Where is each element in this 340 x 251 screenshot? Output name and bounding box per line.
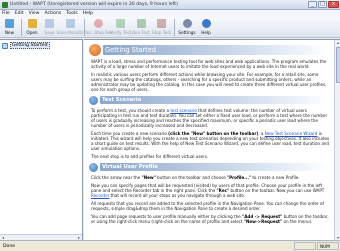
virtual-user-icon: [89, 162, 98, 172]
save-button[interactable]: Save: [41, 17, 58, 37]
verify-icon: [116, 19, 125, 28]
help-document: Getting Started WAPT is a load, stress a…: [89, 43, 330, 227]
getting-started-icon: [89, 43, 101, 56]
menu-edit[interactable]: Edit: [15, 11, 24, 16]
help-icon: [201, 19, 211, 28]
recorder-link[interactable]: Recorder: [91, 193, 109, 198]
maximize-button[interactable]: □: [318, 1, 327, 8]
menu-view[interactable]: View: [29, 11, 40, 16]
test-scenario-paragraph: To perform a test, you should create a t…: [91, 108, 328, 128]
settings-button[interactable]: Settings: [177, 17, 197, 37]
virtual-user-paragraph: Now you can specify pages that will be r…: [91, 183, 325, 198]
section-header-virtual-user-profile: Virtual User Profile: [89, 162, 330, 172]
virtual-user-paragraph: All requests that you record are added t…: [91, 201, 324, 211]
virtual-user-paragraph: You can add page requests to user profil…: [91, 214, 329, 224]
record-icon: [94, 19, 103, 28]
book-icon: [2, 42, 8, 49]
gear-icon: [182, 19, 192, 28]
record-button[interactable]: Rec. Stop Rec: [84, 17, 113, 37]
status-text: Done: [3, 243, 16, 249]
new-icon: [5, 19, 14, 28]
save-results-button[interactable]: Save Results: [57, 17, 83, 37]
save-icon: [45, 19, 54, 28]
menu-help[interactable]: Help: [83, 11, 93, 16]
test-scenario-paragraph: Each time you create a new scenario (cli…: [91, 131, 330, 151]
minimize-button[interactable]: _: [308, 1, 317, 8]
new-button[interactable]: New: [1, 17, 18, 37]
run-icon: [136, 19, 146, 28]
scrollbar-thumb[interactable]: [335, 47, 340, 83]
virtual-user-paragraph: Click the arrow near the "New" button on…: [91, 175, 300, 180]
num-lock-indicator: NUM: [317, 242, 339, 250]
vertical-scrollbar[interactable]: ▴ ▾: [334, 40, 340, 240]
tree-item-label: Getting Started: [10, 42, 50, 49]
save-results-icon: [65, 19, 75, 28]
intro-paragraph: WAPT is a load, stress and performance t…: [91, 59, 327, 69]
test-scenario-paragraph: The next step is to add profiles for dif…: [91, 154, 209, 159]
stop-test-button[interactable]: Stop Test: [152, 17, 172, 37]
toolbar: New Open Save Save Results Rec. Stop Rec…: [0, 17, 340, 38]
open-button[interactable]: Open: [24, 17, 41, 37]
section-title: Test Scenario: [102, 97, 142, 103]
intro-paragraph: In realistic various users perform diffe…: [91, 72, 327, 92]
toolbar-separator: [20, 19, 22, 36]
toolbar-separator: [174, 19, 175, 36]
verify-test-button[interactable]: Verify Test: [110, 17, 131, 37]
open-icon: [27, 19, 37, 28]
run-test-button[interactable]: Run Test: [131, 17, 151, 37]
scroll-up-icon[interactable]: ▴: [335, 40, 340, 46]
app-icon: [2, 1, 8, 8]
status-bar: Done NUM: [0, 240, 340, 251]
close-button[interactable]: ×: [328, 1, 339, 8]
tree-item-getting-started[interactable]: Getting Started: [2, 42, 82, 49]
menu-actions[interactable]: Actions: [45, 11, 62, 16]
status-cell: [294, 242, 316, 250]
navigation-pane: Getting Started ◂ ▸: [0, 39, 83, 240]
page-title: Getting Started: [105, 45, 156, 54]
test-scenario-icon: [89, 95, 98, 105]
menu-tools[interactable]: Tools: [66, 11, 77, 16]
window-title: Untitled - WAPT (Unregistered version wi…: [10, 2, 178, 7]
menu-file[interactable]: File: [2, 11, 10, 16]
help-button[interactable]: Help: [198, 17, 215, 37]
content-pane: Getting Started WAPT is a load, stress a…: [84, 39, 340, 240]
section-header-getting-started: Getting Started: [89, 43, 330, 56]
stop-icon: [157, 19, 166, 28]
section-title: Virtual User Profile: [102, 164, 158, 170]
section-header-test-scenario: Test Scenario: [89, 95, 330, 105]
title-bar: Untitled - WAPT (Unregistered version wi…: [0, 0, 340, 10]
menu-bar: File Edit View Actions Tools Help: [0, 10, 340, 17]
